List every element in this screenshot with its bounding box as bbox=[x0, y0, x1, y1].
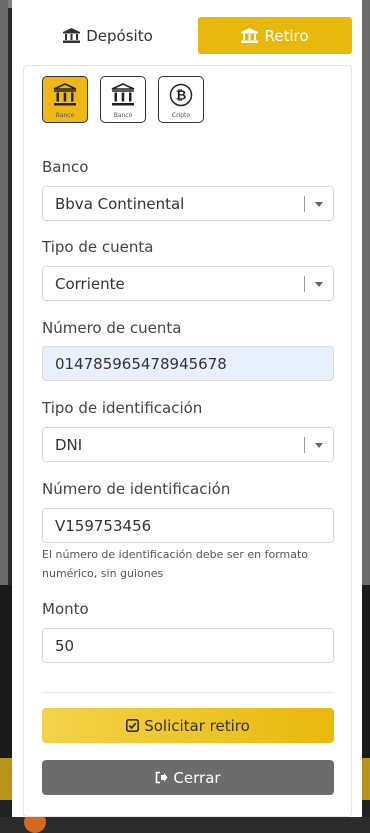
bank-icon bbox=[53, 83, 77, 111]
select-separator bbox=[304, 276, 305, 292]
id-type-value: DNI bbox=[55, 435, 83, 454]
close-button[interactable]: Cerrar bbox=[42, 760, 334, 795]
method-crypto[interactable]: ₿ Cripto bbox=[158, 76, 204, 123]
amount-label: Monto bbox=[42, 600, 89, 618]
account-type-select[interactable]: Corriente bbox=[42, 266, 334, 301]
divider bbox=[42, 692, 334, 693]
method-label: Banco bbox=[55, 112, 75, 119]
bank-icon bbox=[63, 28, 81, 43]
id-number-input[interactable]: V159753456 bbox=[42, 508, 334, 543]
check-square-icon bbox=[126, 719, 140, 732]
bank-select[interactable]: Bbva Continental bbox=[42, 186, 334, 221]
submit-withdraw-button[interactable]: Solicitar retiro bbox=[42, 708, 334, 743]
account-number-input[interactable]: 014785965478945678 bbox=[42, 346, 334, 381]
account-type-label: Tipo de cuenta bbox=[42, 238, 154, 256]
account-number-value: 014785965478945678 bbox=[55, 354, 227, 373]
account-number-label: Número de cuenta bbox=[42, 319, 182, 337]
amount-input[interactable]: 50 bbox=[42, 628, 334, 663]
method-label: Cripto bbox=[171, 112, 191, 119]
chevron-down-icon bbox=[315, 202, 323, 207]
select-separator bbox=[304, 196, 305, 212]
id-number-value: V159753456 bbox=[55, 516, 152, 535]
account-type-value: Corriente bbox=[55, 274, 125, 293]
method-bank[interactable]: Banco bbox=[100, 76, 146, 123]
id-type-label: Tipo de identificación bbox=[42, 399, 203, 417]
id-number-help-text: El número de identificación debe ser en … bbox=[42, 548, 309, 580]
bank-icon bbox=[111, 83, 135, 111]
select-separator bbox=[304, 437, 305, 453]
bank-icon bbox=[241, 28, 259, 43]
tab-bar: Depósito Retiro bbox=[23, 17, 352, 54]
svg-text:₿: ₿ bbox=[176, 89, 187, 104]
amount-value: 50 bbox=[55, 636, 75, 655]
close-label: Cerrar bbox=[173, 768, 221, 787]
bank-label: Banco bbox=[42, 158, 89, 176]
id-type-select[interactable]: DNI bbox=[42, 427, 334, 462]
submit-withdraw-label: Solicitar retiro bbox=[144, 716, 250, 735]
withdraw-form: Banco Banco ₿ Cripto Banco Bbva Continen… bbox=[23, 65, 352, 817]
bitcoin-icon: ₿ bbox=[169, 83, 193, 111]
tab-deposit-label: Depósito bbox=[86, 26, 153, 45]
sign-out-icon bbox=[155, 771, 168, 784]
tab-withdraw-label: Retiro bbox=[264, 26, 309, 45]
withdraw-modal: Depósito Retiro Banco Banco ₿ Cripto Ban… bbox=[12, 0, 362, 817]
tab-deposit[interactable]: Depósito bbox=[23, 17, 193, 54]
chevron-down-icon bbox=[315, 282, 323, 287]
method-bank-active[interactable]: Banco bbox=[42, 76, 88, 123]
id-number-label: Número de identificación bbox=[42, 480, 231, 498]
bank-select-value: Bbva Continental bbox=[55, 194, 185, 213]
tab-withdraw[interactable]: Retiro bbox=[198, 17, 352, 54]
method-label: Banco bbox=[113, 112, 133, 119]
chevron-down-icon bbox=[315, 443, 323, 448]
